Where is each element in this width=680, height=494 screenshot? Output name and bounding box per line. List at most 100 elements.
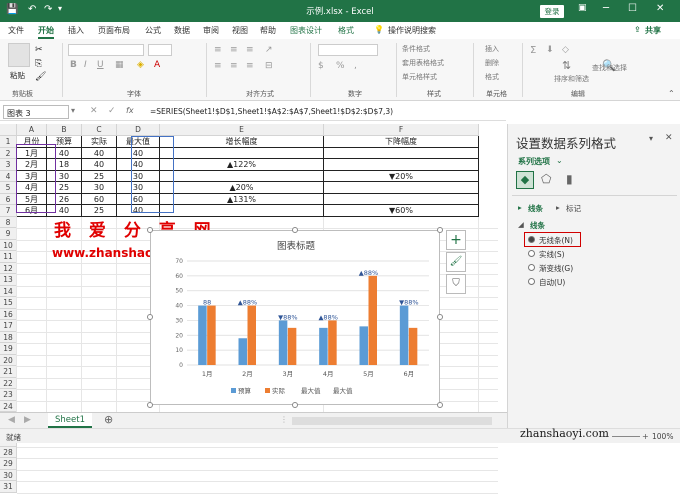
fill-color-icon[interactable]: ◈ bbox=[137, 60, 144, 70]
radio-button[interactable] bbox=[528, 264, 535, 271]
row-header[interactable]: 18 bbox=[0, 331, 17, 343]
align-center-icon[interactable]: ≡ bbox=[230, 61, 238, 71]
font-name-select[interactable] bbox=[68, 44, 144, 56]
row-header[interactable]: 7 bbox=[0, 205, 17, 217]
login-button[interactable]: 登录 bbox=[540, 5, 564, 18]
underline-icon[interactable]: U bbox=[97, 60, 104, 70]
sheet-tab[interactable]: Sheet1 bbox=[48, 413, 92, 428]
table-cell[interactable]: ▼20% bbox=[324, 170, 479, 182]
row-header[interactable]: 6 bbox=[0, 193, 17, 205]
font-color-icon[interactable]: A bbox=[154, 60, 160, 70]
maximize-icon[interactable]: ☐ bbox=[628, 3, 637, 14]
series-options-icon[interactable]: ▮ bbox=[566, 172, 573, 186]
enter-icon[interactable]: ✓ bbox=[108, 106, 116, 116]
insert-cells-button[interactable]: 插入 bbox=[485, 44, 499, 54]
collapse-ribbon-icon[interactable]: ⌃ bbox=[668, 89, 675, 98]
x-tick-label[interactable]: 3月 bbox=[283, 370, 294, 378]
resize-handle[interactable] bbox=[147, 227, 153, 233]
chevron-down-icon[interactable]: ⌄ bbox=[556, 156, 563, 165]
copy-icon[interactable]: ⎘ bbox=[35, 59, 42, 69]
align-bottom-icon[interactable]: ≡ bbox=[246, 45, 254, 55]
chart-elements-button[interactable]: + bbox=[446, 230, 466, 250]
table-cell[interactable]: ▼60% bbox=[324, 205, 479, 217]
resize-handle[interactable] bbox=[437, 314, 443, 320]
resize-handle[interactable] bbox=[147, 314, 153, 320]
bar[interactable] bbox=[359, 326, 369, 365]
table-cell[interactable]: 40 bbox=[82, 159, 117, 171]
resize-handle[interactable] bbox=[437, 227, 443, 233]
row-header[interactable]: 28 bbox=[0, 446, 17, 458]
row-header[interactable]: 31 bbox=[0, 481, 17, 493]
cell-styles-button[interactable]: 单元格样式 bbox=[402, 72, 437, 82]
fill-line-icon[interactable]: ◆ bbox=[516, 171, 534, 189]
zoom-level[interactable]: 100% bbox=[652, 432, 673, 441]
row-header[interactable]: 4 bbox=[0, 170, 17, 182]
resize-handle[interactable] bbox=[437, 402, 443, 408]
cancel-icon[interactable]: ✕ bbox=[90, 106, 98, 116]
row-header[interactable]: 15 bbox=[0, 297, 17, 309]
conditional-format-button[interactable]: 条件格式 bbox=[402, 44, 430, 54]
row-header[interactable]: 30 bbox=[0, 469, 17, 481]
table-cell[interactable]: 30 bbox=[82, 182, 117, 194]
pane-options-icon[interactable]: ▾ bbox=[649, 134, 653, 143]
y-tick-label[interactable]: 50 bbox=[175, 288, 183, 295]
bar[interactable] bbox=[238, 338, 248, 365]
minimize-icon[interactable]: ─ bbox=[603, 3, 609, 14]
column-header[interactable]: B bbox=[47, 124, 82, 136]
table-cell[interactable]: ▲20% bbox=[160, 182, 324, 194]
table-cell[interactable]: ▲131% bbox=[160, 193, 324, 205]
y-tick-label[interactable]: 20 bbox=[175, 332, 183, 339]
table-cell[interactable] bbox=[160, 205, 324, 217]
row-header[interactable]: 11 bbox=[0, 251, 17, 263]
table-cell[interactable] bbox=[160, 170, 324, 182]
chart-filter-button[interactable]: ⛉ bbox=[446, 274, 466, 294]
y-tick-label[interactable]: 60 bbox=[175, 273, 183, 280]
zoom-slider[interactable] bbox=[612, 436, 640, 437]
tab-markers[interactable]: 标记 bbox=[566, 203, 581, 214]
table-cell[interactable]: ▲122% bbox=[160, 159, 324, 171]
y-tick-label[interactable]: 40 bbox=[175, 303, 183, 310]
align-middle-icon[interactable]: ≡ bbox=[230, 45, 238, 55]
table-cell[interactable] bbox=[324, 193, 479, 205]
align-right-icon[interactable]: ≡ bbox=[246, 61, 254, 71]
borders-icon[interactable]: ▦ bbox=[115, 60, 124, 70]
percent-icon[interactable]: % bbox=[336, 61, 345, 71]
table-cell[interactable] bbox=[324, 159, 479, 171]
y-tick-label[interactable]: 10 bbox=[175, 347, 183, 354]
find-select-button[interactable]: 查找和选择 bbox=[592, 63, 627, 73]
chart[interactable]: 图表标题 0 10 20 30 40 50 60 70 1月 88 2月 ▲88% 3月 ▼88% 4月 ▲8… bbox=[150, 230, 440, 405]
insert-function-icon[interactable]: fx bbox=[126, 106, 134, 115]
bold-icon[interactable]: B bbox=[70, 60, 77, 70]
bar[interactable] bbox=[328, 320, 337, 365]
row-header[interactable]: 20 bbox=[0, 354, 17, 366]
overlay-label[interactable]: ▼88% bbox=[278, 313, 297, 321]
bar[interactable] bbox=[278, 320, 288, 365]
font-size-select[interactable] bbox=[148, 44, 172, 56]
radio-button[interactable] bbox=[528, 250, 535, 257]
ribbon-display-icon[interactable]: ▣ bbox=[578, 3, 587, 13]
column-header[interactable]: C bbox=[82, 124, 117, 136]
table-cell[interactable]: 40 bbox=[82, 147, 117, 159]
italic-icon[interactable]: I bbox=[84, 60, 87, 70]
overlay-label[interactable]: ▲88% bbox=[238, 299, 257, 307]
orientation-icon[interactable]: ↗ bbox=[265, 45, 273, 55]
close-icon[interactable]: ✕ bbox=[656, 3, 664, 14]
tab-chart-design[interactable]: 图表设计 bbox=[290, 25, 322, 36]
prev-sheet-icon[interactable]: ◀ bbox=[8, 415, 15, 425]
legend-entry[interactable]: 最大值 bbox=[333, 386, 353, 395]
y-tick-label[interactable]: 0 bbox=[179, 362, 183, 369]
tab-help[interactable]: 帮助 bbox=[260, 25, 276, 36]
overlay-label[interactable]: ▲88% bbox=[359, 269, 378, 277]
bar[interactable] bbox=[368, 275, 378, 365]
row-header[interactable]: 8 bbox=[0, 216, 17, 228]
row-header[interactable]: 13 bbox=[0, 274, 17, 286]
chart-plot[interactable]: 0 10 20 30 40 50 60 70 1月 88 2月 ▲88% 3月 ▼88% 4月 ▲88% 5月 ▲… bbox=[151, 231, 441, 406]
format-painter-icon[interactable]: 🖌 bbox=[35, 72, 46, 82]
tab-format[interactable]: 格式 bbox=[338, 25, 354, 36]
x-tick-label[interactable]: 5月 bbox=[363, 370, 374, 378]
y-tick-label[interactable]: 70 bbox=[175, 258, 183, 265]
tab-home[interactable]: 开始 bbox=[38, 25, 54, 39]
header-cell[interactable]: 增长幅度 bbox=[160, 136, 324, 148]
currency-icon[interactable]: $ bbox=[318, 61, 324, 71]
row-header[interactable]: 5 bbox=[0, 182, 17, 194]
